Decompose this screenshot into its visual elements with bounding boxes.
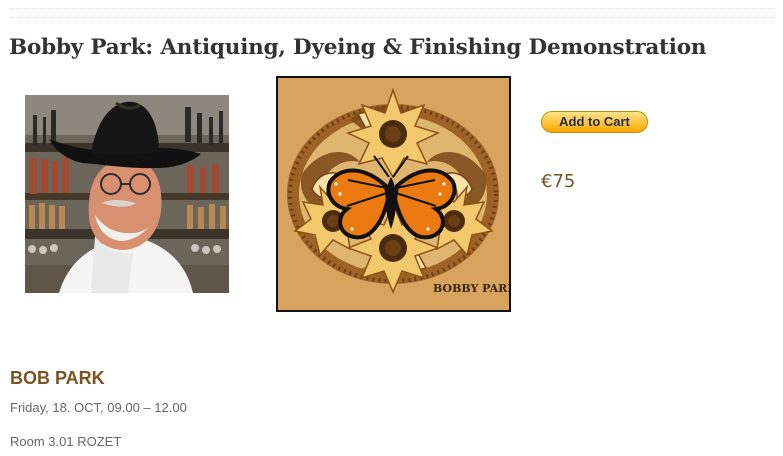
add-to-cart-button[interactable]: Add to Cart — [541, 111, 648, 133]
header-divider — [10, 8, 775, 18]
speaker-photo — [25, 95, 229, 293]
price: €75 — [541, 171, 576, 192]
speaker-name: BOB PARK — [10, 368, 105, 388]
image-signature: BOBBY PARK — [433, 282, 509, 295]
room: Room 3.01 ROZET — [10, 434, 122, 449]
product-image: BOBBY PARK — [276, 76, 511, 312]
schedule: Friday, 18. OCT, 09.00 – 12.00 — [10, 400, 187, 415]
page-title: Bobby Park: Antiquing, Dyeing & Finishin… — [9, 35, 707, 60]
